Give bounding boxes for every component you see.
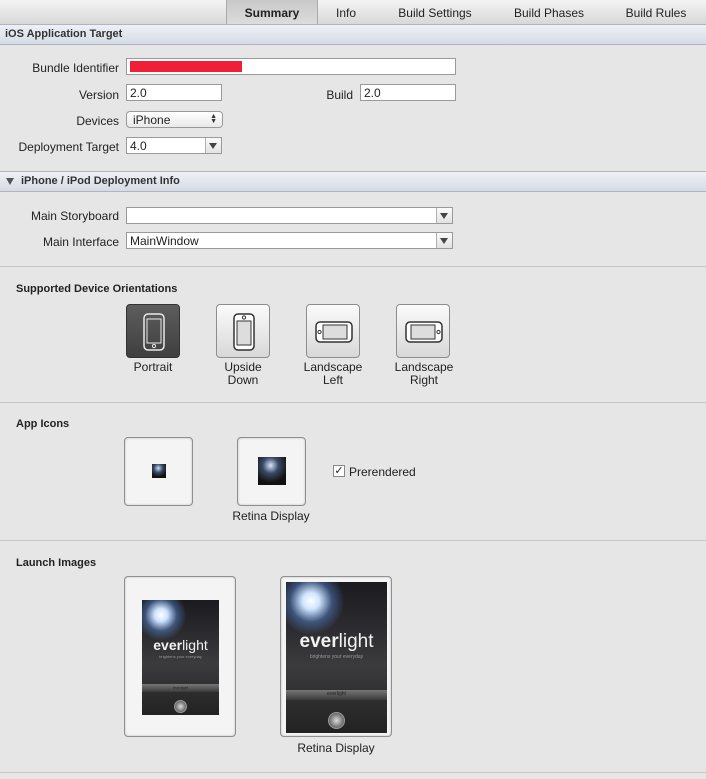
section-divider <box>0 402 706 403</box>
orientation-landscape-left-button[interactable] <box>306 304 360 358</box>
launch-image-retina-caption: Retina Display <box>297 741 375 755</box>
app-icon-image <box>152 464 166 478</box>
section-divider <box>0 772 706 773</box>
launch-image: everlight brightens your everyday everli… <box>142 600 219 715</box>
launch-image-retina: everlight brightens your everyday everli… <box>286 582 387 733</box>
prerendered-label: Prerendered <box>349 465 416 479</box>
iphone-portrait-icon <box>143 313 165 351</box>
app-icons-title: App Icons <box>16 418 70 430</box>
version-label: Version <box>78 88 119 102</box>
tab-info[interactable]: Info <box>322 0 370 24</box>
launch-stripe-text: everlight <box>172 685 189 690</box>
ios-target-header-title: iOS Application Target <box>5 28 123 40</box>
build-label: Build <box>326 88 353 102</box>
app-icon-retina-well[interactable] <box>237 437 306 506</box>
up-down-arrows-icon: ▲ ▼ <box>210 113 217 125</box>
launch-stripe-text: everlight <box>327 691 346 697</box>
chevron-down-icon <box>440 213 448 219</box>
iphone-landscape-right-icon <box>405 321 443 343</box>
devices-popup[interactable]: iPhone ▲ ▼ <box>126 111 223 128</box>
chevron-down-icon <box>209 143 217 149</box>
prerendered-checkbox[interactable]: ✓ <box>333 465 345 477</box>
iphone-landscape-left-icon <box>315 321 353 343</box>
tab-build-phases[interactable]: Build Phases <box>508 0 590 24</box>
launch-images-title: Launch Images <box>16 557 97 569</box>
main-storyboard-combo[interactable] <box>126 207 453 224</box>
iphone-upside-down-icon <box>233 313 255 351</box>
main-interface-combo[interactable]: MainWindow <box>126 232 453 249</box>
tab-build-settings[interactable]: Build Settings <box>390 0 480 24</box>
main-storyboard-label: Main Storyboard <box>30 209 119 223</box>
orientations-title: Supported Device Orientations <box>16 283 178 295</box>
build-field[interactable]: 2.0 <box>360 84 456 101</box>
bundle-identifier-label: Bundle Identifier <box>32 61 119 75</box>
orientation-landscape-left-label: Landscape Left <box>303 360 363 387</box>
launch-tagline: brightens your everyday <box>159 654 202 659</box>
section-divider <box>0 540 706 541</box>
orientation-landscape-right-button[interactable] <box>396 304 450 358</box>
redaction-bar <box>130 61 242 72</box>
launch-brand: everlight <box>153 637 208 653</box>
bundle-identifier-field[interactable] <box>126 58 456 75</box>
app-icon-retina-image <box>258 457 286 485</box>
tab-summary[interactable]: Summary <box>226 0 318 24</box>
launch-image-well[interactable]: everlight brightens your everyday everli… <box>124 576 236 737</box>
section-divider <box>0 266 706 267</box>
orientation-upside-down-button[interactable] <box>216 304 270 358</box>
orientation-upside-down-label: Upside Down <box>224 360 262 387</box>
launch-tagline: brightens your everyday <box>309 654 364 660</box>
launch-knob <box>174 700 187 713</box>
main-interface-label: Main Interface <box>42 235 119 249</box>
version-field[interactable]: 2.0 <box>126 84 222 101</box>
launch-brand: everlight <box>299 631 374 652</box>
checkmark-icon: ✓ <box>334 465 344 477</box>
dropdown-button[interactable] <box>436 233 452 248</box>
orientation-portrait-button[interactable] <box>126 304 180 358</box>
devices-label: Devices <box>76 114 119 128</box>
orientation-portrait-label: Portrait <box>133 360 173 374</box>
chevron-down-icon <box>440 238 448 244</box>
orientation-landscape-right-label: Landscape Right <box>394 360 454 387</box>
tab-build-rules[interactable]: Build Rules <box>618 0 694 24</box>
deployment-target-combo[interactable]: 4.0 <box>126 137 222 154</box>
disclosure-triangle-icon[interactable] <box>6 178 14 185</box>
deployment-info-header[interactable]: iPhone / iPod Deployment Info <box>0 171 706 192</box>
deployment-info-header-title: iPhone / iPod Deployment Info <box>21 175 180 187</box>
deployment-target-label: Deployment Target <box>18 140 120 154</box>
launch-knob <box>328 712 345 729</box>
light-glow <box>286 582 344 634</box>
dropdown-button[interactable] <box>436 208 452 223</box>
launch-image-retina-well[interactable]: everlight brightens your everyday everli… <box>280 576 392 737</box>
app-icon-retina-caption: Retina Display <box>232 509 310 523</box>
light-glow <box>142 600 186 640</box>
app-icon-well[interactable] <box>124 437 193 506</box>
ios-target-header: iOS Application Target <box>0 24 706 45</box>
dropdown-button[interactable] <box>205 138 221 153</box>
editor-tab-bar: Summary Info Build Settings Build Phases… <box>0 0 706 25</box>
